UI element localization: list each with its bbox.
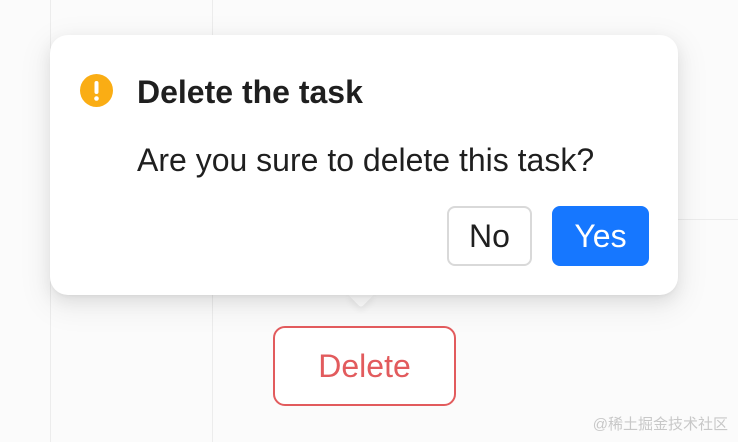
- delete-button[interactable]: Delete: [273, 326, 456, 406]
- background-divider: [675, 219, 738, 220]
- cancel-button[interactable]: No: [447, 206, 532, 266]
- watermark: @稀土掘金技术社区: [592, 416, 728, 433]
- popconfirm-description: Are you sure to delete this task?: [137, 142, 595, 178]
- confirm-button[interactable]: Yes: [552, 206, 649, 266]
- popconfirm-title: Delete the task: [137, 74, 363, 110]
- exclamation-circle-icon: [80, 74, 113, 107]
